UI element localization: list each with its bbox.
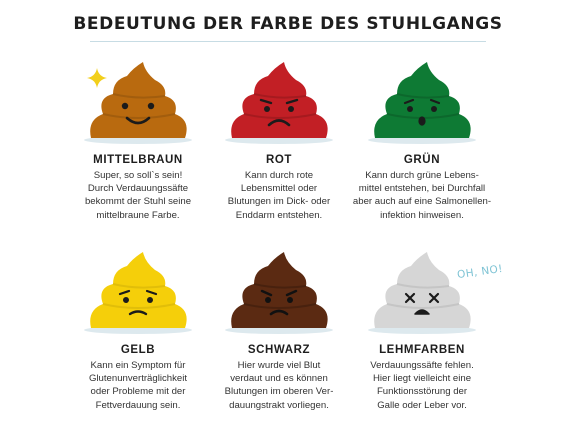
color-description: Kann durch grüne Lebens- mittel entstehe…: [352, 170, 492, 221]
black-poop-icon: [225, 252, 333, 334]
color-name: LEHMFARBEN: [379, 344, 465, 356]
card-rot: ROT Kann durch rote Lebensmittel oder Bl…: [204, 58, 354, 222]
color-name: SCHWARZ: [247, 344, 311, 356]
card-schwarz: SCHWARZ Hier wurde viel Blut verdaut und…: [204, 248, 354, 412]
card-gelb: GELB Kann ein Symptom für Glutenunverträ…: [63, 248, 213, 412]
red-poop-icon: [225, 62, 333, 144]
color-name: ROT: [265, 154, 293, 166]
sparkle-icon: [87, 68, 107, 88]
color-description: Verdauungssäfte fehlen. Hier liegt viell…: [370, 360, 474, 411]
green-poop-icon: [368, 62, 476, 144]
color-name: GELB: [120, 344, 156, 356]
color-description: Kann durch rote Lebensmittel oder Blutun…: [227, 170, 331, 221]
page-title: BEDEUTUNG DER FARBE DES STUHLGANGS: [73, 14, 503, 34]
color-description: Super, so soll`s sein! Durch Verdauungss…: [84, 170, 192, 221]
title-divider: [90, 41, 486, 42]
clay-poop-icon: [368, 252, 476, 334]
color-description: Kann ein Symptom für Glutenunverträglich…: [88, 360, 188, 411]
color-description: Hier wurde viel Blut verdaut und es könn…: [224, 360, 334, 411]
color-name: MITTELBRAUN: [93, 154, 183, 166]
card-gruen: GRÜN Kann durch grüne Lebens- mittel ent…: [347, 58, 497, 222]
yellow-poop-icon: [84, 252, 192, 334]
color-name: GRÜN: [403, 154, 441, 166]
